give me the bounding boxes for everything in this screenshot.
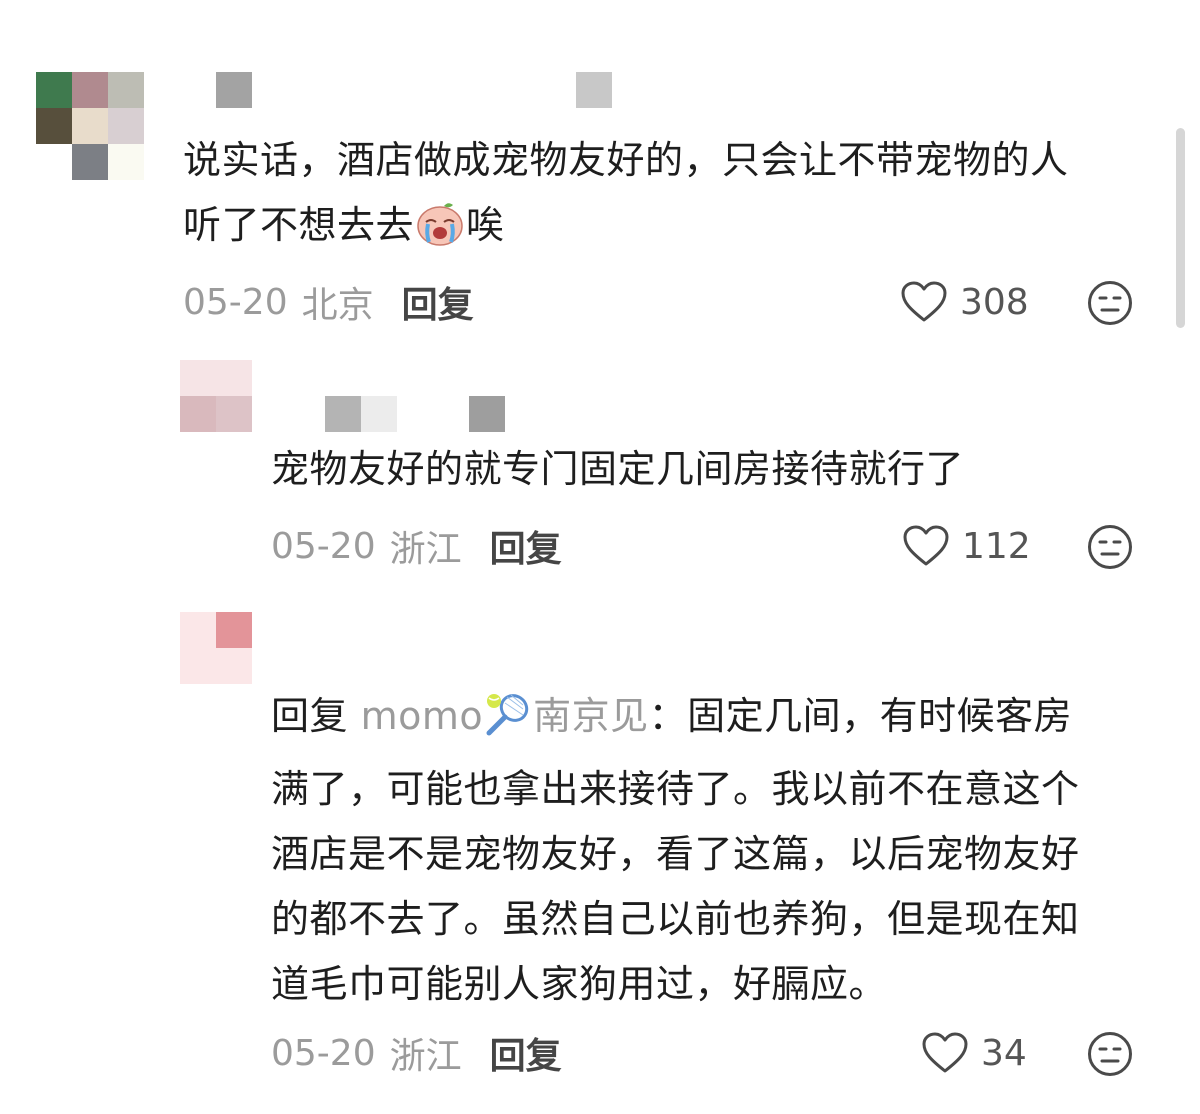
comment-date: 05-20 <box>271 1032 376 1074</box>
like-count: 34 <box>981 1032 1027 1074</box>
comment-text-span: 唉 <box>466 203 505 247</box>
like-count: 308 <box>960 281 1029 323</box>
reply-button[interactable]: 回复 <box>490 1027 562 1079</box>
avatar[interactable] <box>180 612 252 684</box>
like-button[interactable]: 308 <box>900 280 1029 324</box>
crying-face-icon <box>414 200 466 266</box>
like-count: 112 <box>962 525 1031 567</box>
dislike-face-icon[interactable] <box>1087 1031 1133 1077</box>
comment-meta: 05-20 浙江 回复 <box>271 524 562 571</box>
comment-location: 浙江 <box>389 1036 462 1077</box>
comment-date: 05-20 <box>183 281 288 323</box>
reply-to-name: 南京见 <box>533 694 649 738</box>
comment-location: 浙江 <box>389 529 462 570</box>
dislike-face-icon[interactable] <box>1087 280 1133 326</box>
heart-icon <box>922 1032 968 1073</box>
comment-text: 宠物友好的就专门固定几间房接待就行了 <box>271 437 1151 502</box>
comment-text-line: 道毛巾可能别人家狗用过，好膈应。 <box>271 962 888 1006</box>
comment-location: 北京 <box>301 285 374 326</box>
reply-button[interactable]: 回复 <box>402 276 474 328</box>
comment-text-line: 说实话，酒店做成宠物友好的，只会让不带宠物的人 <box>183 138 1069 182</box>
comment-text: 说实话，酒店做成宠物友好的，只会让不带宠物的人 听了不想去去 唉 <box>183 128 1173 266</box>
heart-icon <box>903 525 949 566</box>
reply-button[interactable]: 回复 <box>490 520 562 572</box>
comment-date: 05-20 <box>271 525 376 567</box>
comment-text: 回复 momo 南京见：固定几间，有时候客房 满了，可能也拿出来接待了。我以前不… <box>271 684 1161 1017</box>
comment-text-line: 的都不去了。虽然自己以前也养狗，但是现在知 <box>271 897 1080 941</box>
scrollbar[interactable] <box>1176 128 1185 328</box>
comment-meta: 05-20 浙江 回复 <box>271 1031 562 1078</box>
dislike-face-icon[interactable] <box>1087 524 1133 570</box>
like-button[interactable]: 112 <box>902 524 1031 568</box>
avatar[interactable] <box>36 72 144 180</box>
heart-icon <box>901 281 947 322</box>
reply-prefix: 回复 <box>271 694 349 738</box>
comment-text-line: 满了，可能也拿出来接待了。我以前不在意这个 <box>271 767 1080 811</box>
comment-text-line: 回复 momo 南京见：固定几间，有时候客房 <box>271 684 1161 757</box>
username-blurred[interactable] <box>325 396 515 432</box>
tennis-racket-icon <box>483 691 533 757</box>
avatar[interactable] <box>180 360 252 435</box>
username-blurred[interactable] <box>216 72 616 108</box>
reply-to-name: momo <box>360 694 484 738</box>
comment-text-line: 酒店是不是宠物友好，看了这篇，以后宠物友好 <box>271 832 1080 876</box>
reply-colon: ： <box>648 694 688 738</box>
comment-text-line: 宠物友好的就专门固定几间房接待就行了 <box>271 447 965 491</box>
reply-to-user[interactable]: momo 南京见 <box>361 694 649 738</box>
comment-text-span: 固定几间，有时候客房 <box>687 694 1073 738</box>
comment-text-span: 听了不想去去 <box>183 203 415 247</box>
like-button[interactable]: 34 <box>921 1031 1027 1075</box>
comment-text-line: 听了不想去去 唉 <box>183 193 1173 266</box>
comment-meta: 05-20 北京 回复 <box>183 280 474 327</box>
